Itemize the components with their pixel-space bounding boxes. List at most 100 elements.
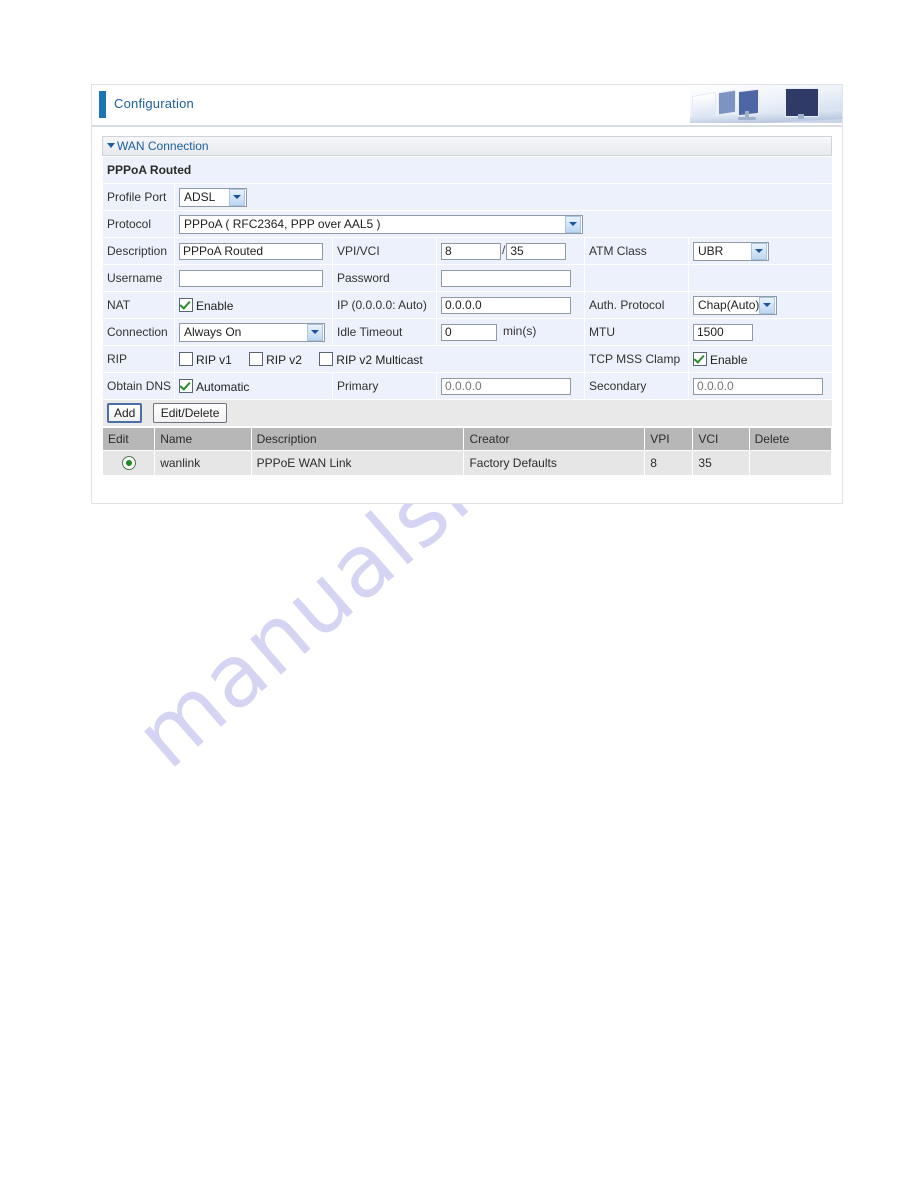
username-field-cell [174, 264, 333, 292]
obtain-dns-checkbox-wrap[interactable]: Automatic [179, 378, 250, 394]
checkbox-unchecked-icon[interactable] [319, 351, 334, 366]
dns-primary-field-cell [436, 372, 585, 400]
form-row-profile-port: Profile Port ADSL [102, 183, 834, 211]
password-field-cell [436, 264, 585, 292]
nat-field-cell: Enable [174, 291, 333, 319]
protocol-field-cell: PPPoA ( RFC2364, PPP over AAL5 ) [173, 210, 834, 238]
auth-protocol-select[interactable]: Chap(Auto) [693, 295, 777, 315]
description-input[interactable] [179, 242, 323, 260]
form-buttons-cell: Add Edit/Delete [101, 399, 834, 427]
row-vpi: 8 [644, 450, 694, 476]
panel-content: WAN Connection PPPoA Routed Profile Port [92, 127, 842, 486]
chevron-down-icon[interactable] [565, 215, 581, 233]
column-header-edit: Edit [101, 427, 156, 451]
tcp-mss-clamp-field-cell: Enable [687, 345, 834, 373]
column-header-name: Name [154, 427, 252, 451]
nat-enable-label: Enable [196, 298, 234, 313]
rip-v1-label: RIP v1 [196, 352, 232, 367]
form-row-nat: NAT Enable IP (0.0.0.0: Auto) Auth. Prot… [102, 291, 834, 319]
chevron-down-icon[interactable] [307, 323, 323, 341]
chevron-down-icon[interactable] [751, 242, 767, 260]
username-label: Username [102, 264, 175, 292]
vci-input[interactable] [506, 242, 567, 260]
obtain-dns-field-cell: Automatic [174, 372, 333, 400]
vpivci-label: VPI/VCI [332, 237, 437, 265]
idle-timeout-input[interactable] [441, 323, 497, 341]
checkbox-unchecked-icon[interactable] [179, 351, 193, 366]
profile-port-label: Profile Port [102, 183, 175, 211]
mtu-label: MTU [584, 318, 689, 346]
edit-delete-button[interactable]: Edit/Delete [152, 403, 228, 423]
title-accent-bar [99, 91, 106, 118]
wan-connection-table: Edit Name Description Creator VPI VCI De… [101, 427, 833, 476]
tcp-mss-clamp-label: TCP MSS Clamp [584, 345, 689, 373]
atm-class-select[interactable]: UBR [693, 241, 769, 261]
auth-protocol-field-cell: Chap(Auto) [687, 291, 834, 319]
section-header-wan-connection[interactable]: WAN Connection [102, 136, 832, 156]
rip-v2-label: RIP v2 [266, 352, 302, 367]
collapse-triangle-icon[interactable] [107, 143, 115, 148]
column-header-vci: VCI [692, 427, 750, 451]
auth-protocol-value: Chap(Auto) [698, 298, 759, 312]
rip-v2-checkbox-wrap[interactable]: RIP v2 [249, 351, 302, 367]
form-row-obtain-dns: Obtain DNS Automatic Primary Secondary [102, 372, 834, 400]
connection-label: Connection [102, 318, 175, 346]
rip-v1-checkbox-wrap[interactable]: RIP v1 [179, 351, 232, 367]
add-button[interactable]: Add [107, 403, 143, 423]
chevron-down-icon[interactable] [229, 188, 245, 206]
profile-port-select[interactable]: ADSL [179, 187, 247, 207]
tcp-mss-clamp-checkbox-wrap[interactable]: Enable [693, 351, 747, 367]
row-description: PPPoE WAN Link [250, 450, 465, 476]
mtu-input[interactable] [693, 323, 753, 341]
checkbox-checked-icon[interactable] [693, 351, 707, 366]
connection-select[interactable]: Always On [179, 322, 325, 342]
description-label: Description [102, 237, 175, 265]
ip-label: IP (0.0.0.0: Auto) [332, 291, 437, 319]
vpivci-field-cell: / [436, 237, 585, 265]
rip-field-cell: RIP v1 RIP v2 RIP v2 Multicast [174, 345, 585, 373]
obtain-dns-label: Obtain DNS [102, 372, 175, 400]
row-delete[interactable] [748, 450, 833, 476]
checkbox-unchecked-icon[interactable] [249, 351, 264, 366]
connection-field-cell: Always On [174, 318, 333, 346]
nat-enable-checkbox-wrap[interactable]: Enable [179, 297, 234, 313]
idle-timeout-field-cell: min(s) [436, 318, 585, 346]
radio-selected-icon[interactable] [121, 455, 136, 470]
dns-primary-input[interactable] [441, 377, 571, 395]
form-row-connection: Connection Always On Idle Timeout min(s)… [102, 318, 834, 346]
dns-secondary-input[interactable] [693, 377, 823, 395]
column-header-creator: Creator [463, 427, 646, 451]
ip-field-cell [436, 291, 585, 319]
form-row-buttons: Add Edit/Delete [101, 399, 834, 427]
page-title: Configuration [114, 96, 194, 111]
password-input[interactable] [441, 269, 571, 287]
nat-label: NAT [102, 291, 175, 319]
form-row-protocol: Protocol PPPoA ( RFC2364, PPP over AAL5 … [102, 210, 834, 238]
dns-primary-label: Primary [332, 372, 437, 400]
auth-protocol-label: Auth. Protocol [584, 291, 689, 319]
row-edit-cell[interactable] [101, 450, 156, 476]
form-row-rip: RIP RIP v1 RIP v2 RIP v2 Multicast TCP M… [102, 345, 834, 373]
form-row-username: Username Password [102, 264, 834, 292]
ip-input[interactable] [441, 296, 571, 314]
protocol-value: PPPoA ( RFC2364, PPP over AAL5 ) [184, 217, 381, 231]
username-input[interactable] [179, 269, 323, 287]
configuration-panel: Configuration WAN Connection PPPoA Route… [91, 84, 843, 504]
protocol-select[interactable]: PPPoA ( RFC2364, PPP over AAL5 ) [179, 214, 583, 234]
form-row-description: Description VPI/VCI / ATM Class UBR [102, 237, 834, 265]
vpi-input[interactable] [441, 242, 501, 260]
obtain-dns-automatic-label: Automatic [196, 379, 250, 394]
dns-secondary-label: Secondary [584, 372, 689, 400]
rip-v2-multicast-checkbox-wrap[interactable]: RIP v2 Multicast [319, 351, 423, 367]
column-header-description: Description [250, 427, 465, 451]
checkbox-checked-icon[interactable] [179, 378, 193, 393]
wan-connection-form: PPPoA Routed Profile Port ADSL Protocol … [101, 156, 834, 427]
checkbox-checked-icon[interactable] [179, 297, 193, 312]
rip-v2-multicast-label: RIP v2 Multicast [336, 352, 423, 367]
idle-timeout-label: Idle Timeout [332, 318, 437, 346]
connection-value: Always On [184, 325, 242, 339]
chevron-down-icon[interactable] [759, 296, 775, 314]
column-header-delete: Delete [748, 427, 833, 451]
dns-secondary-field-cell [687, 372, 834, 400]
column-header-vpi: VPI [644, 427, 694, 451]
